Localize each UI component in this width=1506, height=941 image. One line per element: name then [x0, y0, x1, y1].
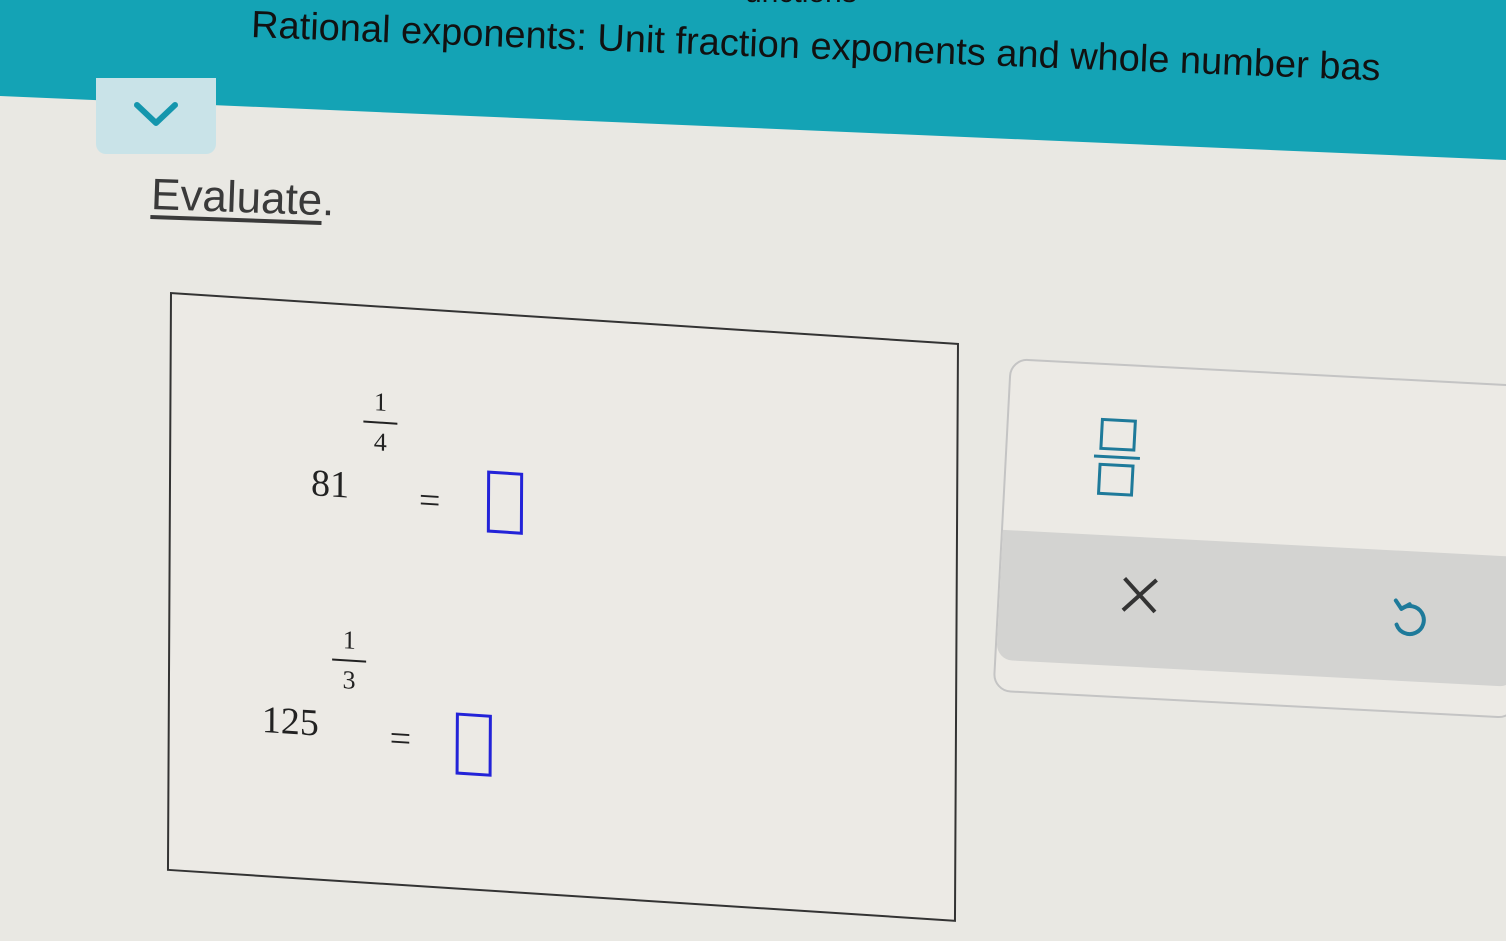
category-title: unctions	[745, 0, 857, 10]
problem-1-exponent-denominator: 4	[373, 427, 387, 458]
action-strip	[996, 529, 1506, 687]
problem-1-exponent: 1 4	[363, 387, 398, 459]
problem-2-base: 125	[261, 698, 319, 745]
answer-workspace: 81 1 4 = 125 1 3 =	[166, 292, 959, 922]
instruction-period: .	[321, 175, 336, 226]
problem-2-answer-input[interactable]	[455, 712, 492, 777]
fraction-button[interactable]	[1085, 410, 1150, 503]
problem-1-equals: =	[418, 479, 441, 523]
clear-button[interactable]	[1108, 566, 1171, 629]
undo-icon	[1383, 594, 1434, 649]
problem-2-exponent: 1 3	[332, 624, 367, 696]
problem-2-exponent-numerator: 1	[342, 625, 356, 656]
problem-2-equals: =	[389, 717, 412, 761]
undo-button[interactable]	[1377, 590, 1440, 653]
close-icon	[1116, 571, 1163, 622]
problem-1-answer-input[interactable]	[486, 470, 524, 535]
problem-2-exponent-denominator: 3	[342, 665, 356, 695]
chevron-down-icon	[132, 99, 180, 134]
collapse-button[interactable]	[96, 78, 216, 154]
fraction-bar	[332, 658, 367, 663]
problem-1-exponent-numerator: 1	[373, 387, 388, 418]
math-toolbar	[992, 358, 1506, 719]
fraction-template-icon	[1092, 417, 1142, 497]
instruction-text: Evaluate.	[150, 170, 335, 226]
evaluate-link[interactable]: Evaluate	[150, 170, 323, 225]
problem-1-base: 81	[310, 462, 350, 507]
fraction-bar	[363, 420, 398, 425]
